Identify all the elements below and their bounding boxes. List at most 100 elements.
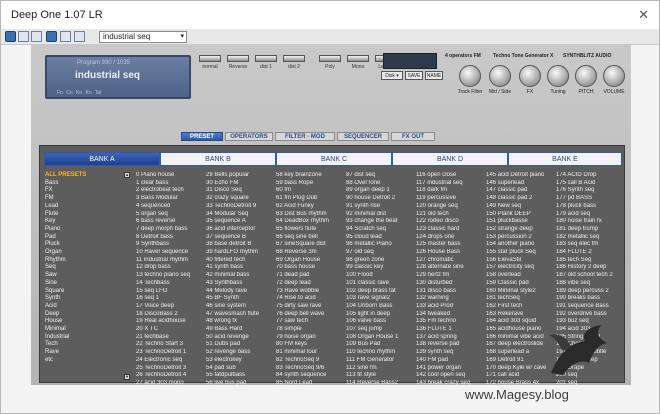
- preset-item[interactable]: 159 Classic pad: [486, 280, 566, 288]
- preset-item[interactable]: 4 sequenced: [136, 203, 216, 211]
- preset-item[interactable]: 67 sineSquare dist: [276, 241, 356, 249]
- preset-item[interactable]: 119 percussive: [416, 195, 496, 203]
- preset-item[interactable]: 83 TechnoSeq 9/6: [276, 365, 356, 373]
- preset-select[interactable]: industrial seq ▾: [99, 31, 187, 43]
- preset-item[interactable]: 132 warning: [416, 295, 496, 303]
- preset-item[interactable]: 13 techno piano seq: [136, 272, 216, 280]
- preset-item[interactable]: 68 Reverse 3m: [276, 249, 356, 257]
- preset-item[interactable]: 130 disturbed: [416, 280, 496, 288]
- tab-filter-mod[interactable]: FILTER - MOD: [275, 132, 335, 141]
- preset-item[interactable]: 5 organ seq: [136, 211, 216, 219]
- preset-item[interactable]: 125 master bass: [416, 241, 496, 249]
- open-icon[interactable]: [31, 31, 42, 42]
- preset-item[interactable]: 8 Detroit bass: [136, 234, 216, 242]
- preset-item[interactable]: 158 overlead: [486, 272, 566, 280]
- preset-item[interactable]: 141 power organ: [416, 365, 496, 373]
- category-item[interactable]: Seq: [44, 264, 112, 272]
- preset-item[interactable]: 148 classic pad 2: [486, 195, 566, 203]
- bank-tab-b[interactable]: BANK B: [160, 152, 276, 166]
- category-item[interactable]: FM: [44, 195, 112, 203]
- switch-dist-2[interactable]: [283, 55, 305, 62]
- preset-item[interactable]: 79 noise organ: [276, 334, 356, 342]
- category-item[interactable]: Organ: [44, 249, 112, 257]
- preset-item[interactable]: 187 old school tech 2: [556, 272, 636, 280]
- preset-item[interactable]: 30 Echo FM: [206, 180, 286, 188]
- preset-item[interactable]: 27 acid 303 mono: [136, 380, 216, 388]
- bank-tab-e[interactable]: BANK E: [508, 152, 622, 166]
- preset-item[interactable]: 134 tweaked: [416, 311, 496, 319]
- preset-item[interactable]: 97 old seq: [346, 249, 426, 257]
- preset-item[interactable]: 21 techbase: [136, 334, 216, 342]
- preset-item[interactable]: 114 Reverse Bass2: [346, 380, 426, 388]
- preset-item[interactable]: 186 History 2 deep: [556, 264, 636, 272]
- preset-item[interactable]: 109 Bus Pad: [346, 341, 426, 349]
- preset-item[interactable]: 139 synth seq: [416, 349, 496, 357]
- close-icon[interactable]: ✕: [638, 7, 649, 23]
- preset-item[interactable]: 78 simple: [276, 326, 356, 334]
- preset-item[interactable]: 81 minimal tour: [276, 349, 356, 357]
- preset-item[interactable]: 0 Piano house: [136, 172, 216, 180]
- preset-item[interactable]: 183 seq elec fm: [556, 241, 636, 249]
- preset-item[interactable]: 85 Nord Lead: [276, 380, 356, 388]
- category-item[interactable]: Flute: [44, 211, 112, 219]
- bank-tab-a[interactable]: BANK A: [44, 152, 160, 166]
- preset-scrollbar[interactable]: ▲ ▼: [124, 172, 130, 380]
- preset-item[interactable]: 71 dead pad: [276, 272, 356, 280]
- preset-item[interactable]: 106 valve bass: [346, 318, 426, 326]
- preset-item[interactable]: 150 Plank DEEP: [486, 211, 566, 219]
- preset-item[interactable]: 157 electricity seq: [486, 264, 566, 272]
- preset-item[interactable]: 72 deep lead: [276, 280, 356, 288]
- save-button[interactable]: SAVE: [405, 71, 423, 80]
- preset-item[interactable]: 147 classic pad: [486, 187, 566, 195]
- scroll-up-icon[interactable]: ▲: [124, 172, 130, 178]
- preset-item[interactable]: 14 Techbass: [136, 280, 216, 288]
- preset-item[interactable]: 56 live bus pad: [206, 380, 286, 388]
- preset-item[interactable]: 190 breaks bass: [556, 295, 636, 303]
- preset-item[interactable]: 29 Bells popular: [206, 172, 286, 180]
- preset-item[interactable]: 96 metallic Piano: [346, 241, 426, 249]
- preset-item[interactable]: 3 Bass Modular: [136, 195, 216, 203]
- preset-item[interactable]: 145 acid Detroit piano: [486, 172, 566, 180]
- category-item[interactable]: Key: [44, 218, 112, 226]
- preset-item[interactable]: 12 drop bass: [136, 264, 216, 272]
- preset-item[interactable]: 9 Synthbass: [136, 241, 216, 249]
- preset-item[interactable]: 182 metallic seq: [556, 234, 636, 242]
- preset-item[interactable]: 52 revenge bass: [206, 349, 286, 357]
- bank-tab-c[interactable]: BANK C: [276, 152, 392, 166]
- preset-item[interactable]: 93 change the beat: [346, 218, 426, 226]
- switch-normal[interactable]: [199, 55, 221, 62]
- bank-tab-d[interactable]: BANK D: [392, 152, 508, 166]
- preset-item[interactable]: 177 pd BASS: [556, 195, 636, 203]
- category-item[interactable]: Square: [44, 288, 112, 296]
- mid-side-knob[interactable]: [489, 65, 511, 87]
- preset-item[interactable]: 17 Voice deep: [136, 303, 216, 311]
- preset-item[interactable]: 23 TechnoDetroit 1: [136, 349, 216, 357]
- preset-item[interactable]: 180 noise train fx: [556, 218, 636, 226]
- preset-item[interactable]: 184 FLUTE 2: [556, 249, 636, 257]
- preset-item[interactable]: 121 old tech: [416, 211, 496, 219]
- preset-item[interactable]: 32 crazy square: [206, 195, 286, 203]
- preset-item[interactable]: 94 Scratch seq: [346, 226, 426, 234]
- save-icon[interactable]: [46, 31, 57, 42]
- preset-item[interactable]: 100 Flood: [346, 272, 426, 280]
- preset-item[interactable]: 37 sequence B: [206, 234, 286, 242]
- preset-item[interactable]: 73 Rave wobble: [276, 288, 356, 296]
- preset-item[interactable]: 16 seq 1: [136, 295, 216, 303]
- preset-item[interactable]: 101 classic rave: [346, 280, 426, 288]
- preset-item[interactable]: 137 acid spring: [416, 334, 496, 342]
- preset-item[interactable]: 117 industrial seq: [416, 180, 496, 188]
- preset-item[interactable]: 50 acid revenge: [206, 334, 286, 342]
- preset-item[interactable]: 33 TechnoDetroit 9: [206, 203, 286, 211]
- preset-item[interactable]: 55 fatdpulbass: [206, 372, 286, 380]
- preset-item[interactable]: 115 old gone: [346, 388, 426, 396]
- midi-icon[interactable]: [74, 31, 85, 42]
- preset-item[interactable]: 66 seq sine bell: [276, 234, 356, 242]
- preset-item[interactable]: 90 house Detroit 2: [346, 195, 426, 203]
- preset-item[interactable]: 176 Synth seq: [556, 187, 636, 195]
- settings-icon[interactable]: [18, 31, 29, 42]
- tuning-knob[interactable]: [547, 65, 569, 87]
- preset-item[interactable]: 102 deep brass fat: [346, 288, 426, 296]
- preset-item[interactable]: 34 Modular Seq: [206, 211, 286, 219]
- preset-item[interactable]: 51 Dubs pad: [206, 341, 286, 349]
- preset-item[interactable]: 65 flowers flute: [276, 226, 356, 234]
